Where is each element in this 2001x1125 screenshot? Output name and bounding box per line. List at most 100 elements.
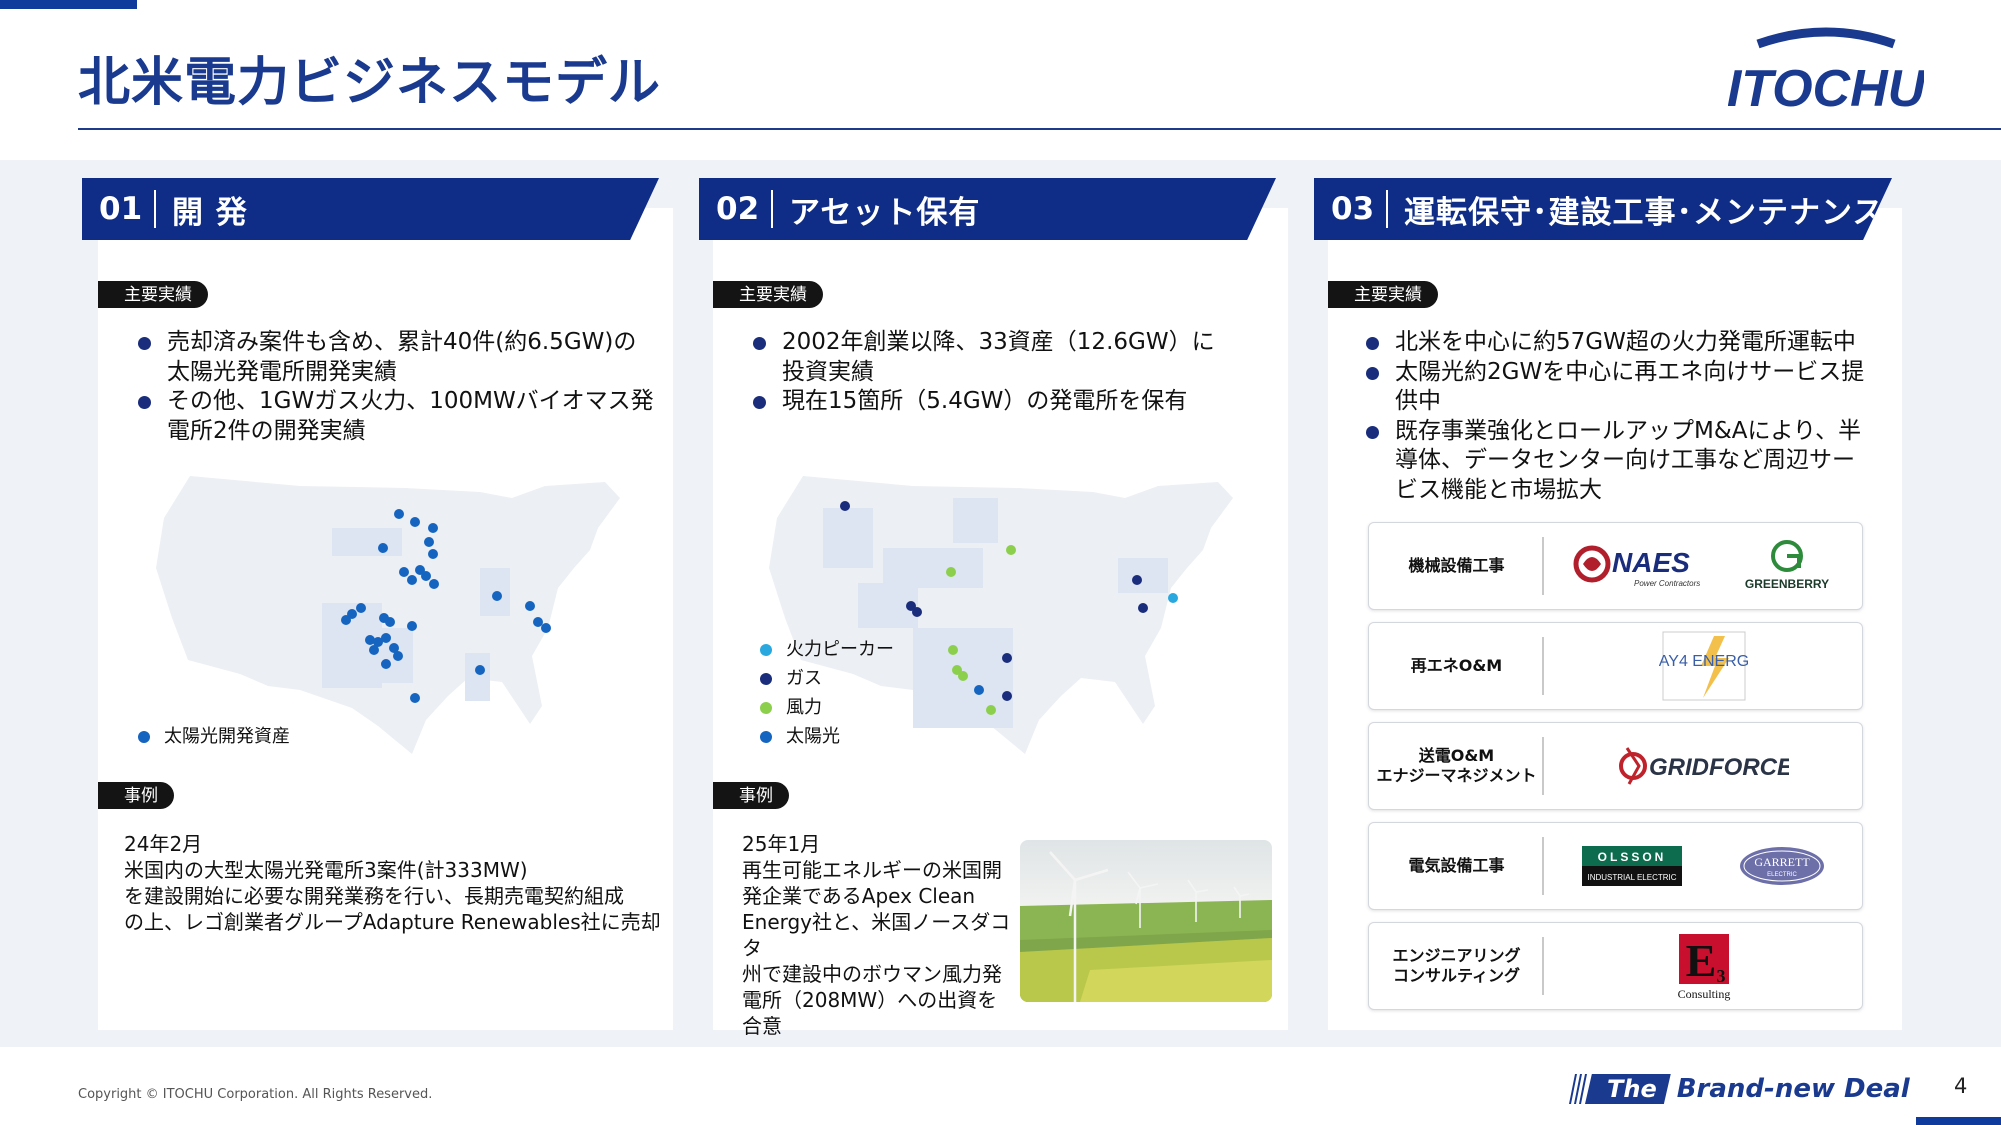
service-logos: OLSSON INDUSTRIAL ELECTRIC GARRETT ELECT… (1554, 823, 1854, 909)
case-description: 24年2月 米国内の大型太陽光発電所3案件(計333MW) を建設開始に必要な開… (124, 831, 664, 935)
legend-dot (760, 730, 772, 743)
case-tag: 事例 (98, 782, 174, 809)
legend-dot (760, 643, 772, 656)
service-label: エンジニアリング コンサルティング (1392, 946, 1521, 985)
title-divider (78, 128, 2001, 130)
greenberry-logo: GREENBERRY (1744, 540, 1829, 591)
service-logos: E 3 Consulting (1554, 923, 1854, 1009)
svg-text:OLSSON: OLSSON (1597, 850, 1666, 864)
results-item: 現在15箇所（5.4GW）の発電所を保有 (753, 387, 1223, 417)
panel-title: アセット保有 (789, 194, 981, 231)
legend-dot (760, 672, 772, 685)
svg-text:E: E (1686, 935, 1717, 986)
service-label: 再エネO&M (1410, 656, 1503, 675)
legend-item: 太陽光開発資産 (138, 722, 290, 751)
svg-text:GRIDFORCE: GRIDFORCE (1649, 754, 1789, 781)
results-list: 売却済み案件も含め、累計40件(約6.5GW)の太陽光発電所開発実績 その他、1… (138, 328, 658, 446)
svg-text:BAY4 ENERGY: BAY4 ENERGY (1659, 653, 1749, 670)
svg-text:INDUSTRIAL ELECTRIC: INDUSTRIAL ELECTRIC (1587, 873, 1676, 882)
service-row-transmission: 送電O&M エナジーマネジメント GRIDFORCE (1368, 722, 1863, 810)
legend-label: 風力 (786, 697, 822, 718)
panel-title: 開 発 (172, 194, 248, 231)
results-list: 北米を中心に約57GW超の火力発電所運転中 太陽光約2GWを中心に再エネ向けサー… (1366, 328, 1876, 505)
service-logos: NAES Power Contractors GREENBERRY (1554, 523, 1854, 609)
case-line: 州で建設中のボウマン風力発 (742, 962, 1002, 986)
case-line: を建設開始に必要な開発業務を行い、長期売電契約組成 (124, 884, 624, 908)
panel-title: 運転保守･建設工事･メンテナンス (1404, 194, 1885, 231)
itochu-logo: ITOCHU (1728, 27, 1924, 116)
naes-logo: NAES Power Contractors (1573, 545, 1700, 588)
case-tag: 事例 (713, 782, 789, 809)
svg-text:NAES: NAES (1612, 547, 1690, 578)
service-divider (1542, 737, 1544, 795)
banner-separator (1386, 190, 1388, 228)
service-divider (1542, 837, 1544, 895)
results-tag: 主要実績 (713, 281, 823, 308)
case-description: 25年1月 再生可能エネルギーの米国開 発企業であるApex Clean Ene… (742, 831, 1012, 1039)
panel-number: 03 (1331, 191, 1375, 227)
garrett-logo: GARRETT ELECTRIC (1739, 847, 1824, 885)
bay4-energy-logo: BAY4 ENERGY (1659, 631, 1749, 701)
legend-item: 太陽光 (760, 722, 894, 751)
results-item: 太陽光約2GWを中心に再エネ向けサービス提供中 (1366, 358, 1876, 417)
svg-text:3: 3 (1717, 966, 1726, 986)
us-map-solar (156, 476, 620, 754)
slogan-the: The (1585, 1074, 1671, 1104)
e3-consulting-logo: E 3 Consulting (1678, 934, 1731, 1001)
results-item: 既存事業強化とロールアップM&Aにより、半導体、データセンター向け工事など周辺サ… (1366, 417, 1876, 506)
olsson-logo: OLSSON INDUSTRIAL ELECTRIC (1581, 846, 1682, 886)
case-line: Energy社と、米国ノースダコタ (742, 910, 1011, 960)
panel-03-banner: 03 運転保守･建設工事･メンテナンス (1314, 178, 1892, 240)
service-row-renewable: 再エネO&M BAY4 ENERGY (1368, 622, 1863, 710)
results-tag: 主要実績 (98, 281, 208, 308)
svg-text:GARRETT: GARRETT (1754, 855, 1810, 869)
legend-label: ガス (786, 668, 822, 689)
results-item: 売却済み案件も含め、累計40件(約6.5GW)の太陽光発電所開発実績 (138, 328, 658, 387)
svg-text:ELECTRIC: ELECTRIC (1767, 872, 1797, 878)
slogan-deal: Brand-new Deal (1676, 1074, 1910, 1104)
panel-01-banner: 01 開 発 (82, 178, 659, 240)
case-line: 再生可能エネルギーの米国開 (742, 858, 1002, 882)
case-line: 24年2月 (124, 832, 203, 856)
service-label: 電気設備工事 (1408, 856, 1505, 875)
case-line: 電所（208MW）への出資を (742, 988, 998, 1012)
case-line: 米国内の大型太陽光発電所3案件(計333MW) (124, 858, 528, 882)
legend-dot (760, 701, 772, 714)
map-legend: 火力ピーカー ガス 風力 太陽光 (760, 635, 894, 751)
results-item: その他、1GWガス火力、100MWバイオマス発電所2件の開発実績 (138, 387, 658, 446)
case-line: 合意 (742, 1014, 782, 1038)
service-label: 送電O&M エナジーマネジメント (1376, 746, 1537, 785)
wind-farm-photo (1020, 840, 1272, 1002)
legend-item: ガス (760, 664, 894, 693)
service-label: 機械設備工事 (1408, 556, 1505, 575)
service-row-mechanical: 機械設備工事 NAES Power Contractors GREENBERRY (1368, 522, 1863, 610)
svg-text:GREENBERRY: GREENBERRY (1744, 577, 1828, 591)
legend-dot (138, 730, 150, 743)
service-divider (1542, 537, 1544, 595)
results-tag: 主要実績 (1328, 281, 1438, 308)
svg-text:Power Contractors: Power Contractors (1634, 579, 1700, 588)
logo-text: ITOCHU (1728, 60, 1924, 116)
legend-label: 太陽光開発資産 (164, 726, 290, 747)
gridforce-logo: GRIDFORCE (1619, 747, 1789, 785)
legend-label: 太陽光 (786, 726, 840, 747)
legend-label: 火力ピーカー (786, 639, 894, 660)
case-line: の上、レゴ創業者グループAdapture Renewables社に売却 (124, 910, 661, 934)
case-line: 発企業であるApex Clean (742, 884, 976, 908)
copyright: Copyright © ITOCHU Corporation. All Righ… (78, 1087, 433, 1102)
service-divider (1542, 637, 1544, 695)
banner-separator (771, 190, 773, 228)
panel-02-banner: 02 アセット保有 (699, 178, 1276, 240)
page-title: 北米電力ビジネスモデル (78, 53, 662, 113)
results-item: 北米を中心に約57GW超の火力発電所運転中 (1366, 328, 1876, 358)
banner-separator (154, 190, 156, 228)
service-row-engineering: エンジニアリング コンサルティング E 3 Consulting (1368, 922, 1863, 1010)
service-logos: GRIDFORCE (1554, 723, 1854, 809)
map-legend: 太陽光開発資産 (138, 722, 290, 751)
corner-accent-top (0, 0, 137, 9)
legend-item: 風力 (760, 693, 894, 722)
panel-number: 01 (99, 191, 143, 227)
service-row-electrical: 電気設備工事 OLSSON INDUSTRIAL ELECTRIC GARRET… (1368, 822, 1863, 910)
corner-accent-bottom (1916, 1117, 2001, 1125)
svg-text:Consulting: Consulting (1678, 987, 1731, 1001)
